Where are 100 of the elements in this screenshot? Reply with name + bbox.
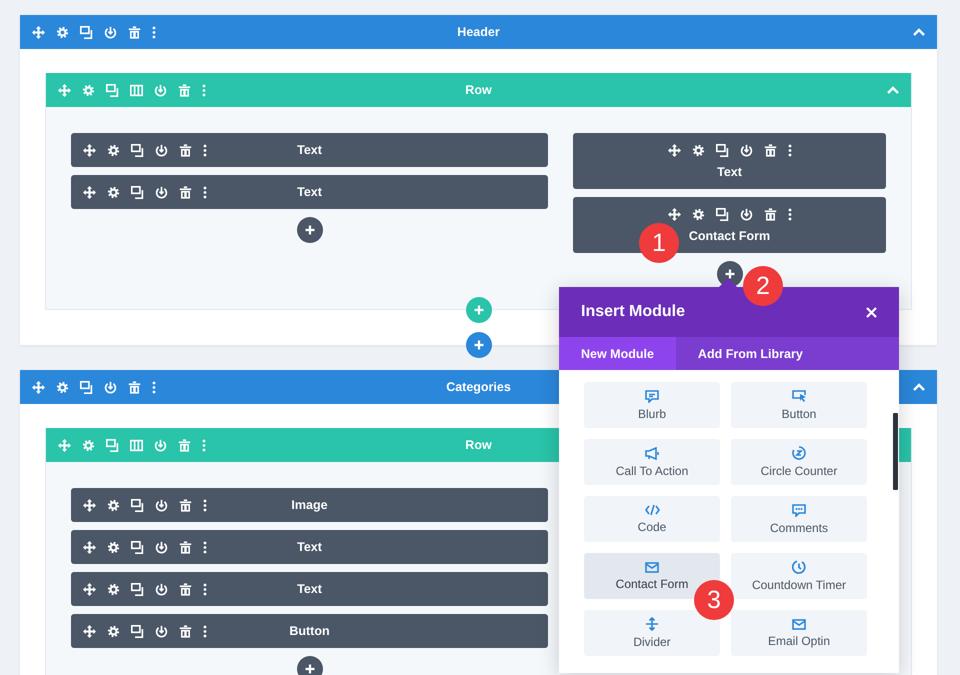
trash-icon[interactable] (179, 186, 192, 198)
move-icon[interactable] (668, 208, 680, 220)
more-icon[interactable] (203, 498, 207, 512)
move-icon[interactable] (83, 144, 96, 156)
settings-icon[interactable] (107, 624, 120, 638)
power-icon[interactable] (155, 498, 168, 512)
duplicate-icon[interactable] (131, 144, 144, 156)
add-module-button[interactable] (716, 261, 742, 287)
section-title: Categories (446, 380, 511, 394)
more-icon[interactable] (152, 380, 156, 394)
module-bar[interactable]: Image (71, 488, 548, 522)
chat-bubble-icon (792, 504, 806, 516)
module-option[interactable]: Button (731, 382, 867, 428)
more-icon[interactable] (203, 144, 207, 156)
trash-icon[interactable] (179, 498, 192, 512)
scrollbar[interactable] (893, 413, 898, 490)
module-bar[interactable]: Text (71, 530, 548, 564)
duplicate-icon[interactable] (80, 380, 93, 394)
move-icon[interactable] (83, 186, 96, 198)
power-icon[interactable] (104, 26, 117, 38)
module-title: Image (291, 498, 328, 512)
duplicate-icon[interactable] (131, 186, 144, 198)
add-module-button[interactable] (296, 656, 322, 675)
module-option[interactable]: Call To Action (584, 439, 720, 485)
module-option[interactable]: Divider (584, 610, 720, 656)
power-icon[interactable] (155, 144, 168, 156)
trash-icon[interactable] (179, 540, 192, 554)
trash-icon[interactable] (764, 144, 776, 156)
power-icon[interactable] (740, 144, 752, 156)
module-option[interactable]: Code (584, 496, 720, 542)
duplicate-icon[interactable] (716, 208, 728, 220)
module-option[interactable]: Countdown Timer (731, 553, 867, 599)
trash-icon[interactable] (764, 208, 776, 220)
collapse-icon[interactable] (913, 28, 925, 36)
power-icon[interactable] (155, 540, 168, 554)
module-option[interactable]: Circle Counter (731, 439, 867, 485)
move-icon[interactable] (32, 380, 45, 394)
trash-icon[interactable] (179, 144, 192, 156)
collapse-icon[interactable] (913, 383, 925, 391)
duplicate-icon[interactable] (131, 582, 144, 596)
settings-icon[interactable] (107, 540, 120, 554)
settings-icon[interactable] (692, 144, 704, 156)
settings-icon[interactable] (56, 380, 69, 394)
more-icon[interactable] (203, 186, 207, 198)
more-icon[interactable] (788, 144, 792, 156)
more-icon[interactable] (203, 540, 207, 554)
envelope-icon (792, 618, 806, 630)
module-bar[interactable]: Text (71, 175, 548, 209)
module-option[interactable]: Comments (731, 496, 867, 542)
trash-icon[interactable] (128, 380, 141, 394)
trash-icon[interactable] (128, 26, 141, 38)
module-bar[interactable]: Text (71, 133, 548, 167)
module-bar[interactable]: Text (71, 572, 548, 606)
settings-icon[interactable] (56, 26, 69, 38)
dialog-tab[interactable]: Add From Library (676, 337, 825, 370)
module-title: Text (297, 143, 322, 157)
settings-icon[interactable] (107, 144, 120, 156)
power-icon[interactable] (155, 582, 168, 596)
power-icon[interactable] (740, 208, 752, 220)
power-icon[interactable] (104, 380, 117, 394)
close-button[interactable] (866, 306, 877, 318)
more-icon[interactable] (203, 624, 207, 638)
duplicate-icon[interactable] (131, 498, 144, 512)
circle-counter-icon (792, 446, 806, 460)
move-icon[interactable] (83, 540, 96, 554)
row-title: Row (465, 438, 492, 452)
more-icon[interactable] (203, 582, 207, 596)
power-icon[interactable] (155, 186, 168, 198)
timer-icon (792, 560, 806, 574)
module-bar[interactable]: Button (71, 614, 548, 648)
duplicate-icon[interactable] (80, 26, 93, 38)
module-bar[interactable]: Text (573, 133, 886, 189)
add-module-button[interactable] (296, 217, 322, 243)
duplicate-icon[interactable] (131, 540, 144, 554)
move-icon[interactable] (32, 26, 45, 38)
add-section-button[interactable] (466, 332, 492, 358)
speech-bubble-icon (645, 390, 659, 402)
module-option[interactable]: Blurb (584, 382, 720, 428)
move-icon[interactable] (83, 498, 96, 512)
power-icon[interactable] (155, 624, 168, 638)
move-icon[interactable] (668, 144, 680, 156)
settings-icon[interactable] (692, 208, 704, 220)
settings-icon[interactable] (107, 498, 120, 512)
more-icon[interactable] (788, 208, 792, 220)
duplicate-icon[interactable] (716, 144, 728, 156)
section-bar[interactable]: Header (20, 15, 937, 49)
module-title: Text (297, 582, 322, 596)
dialog-tab[interactable]: New Module (559, 337, 676, 370)
module-title: Text (297, 540, 322, 554)
settings-icon[interactable] (107, 582, 120, 596)
module-option[interactable]: Email Optin (731, 610, 867, 656)
trash-icon[interactable] (179, 624, 192, 638)
duplicate-icon[interactable] (131, 624, 144, 638)
settings-icon[interactable] (107, 186, 120, 198)
move-icon[interactable] (83, 582, 96, 596)
trash-icon[interactable] (179, 582, 192, 596)
module-title: Contact Form (688, 228, 770, 242)
more-icon[interactable] (152, 26, 156, 38)
module-title: Button (289, 624, 330, 638)
move-icon[interactable] (83, 624, 96, 638)
